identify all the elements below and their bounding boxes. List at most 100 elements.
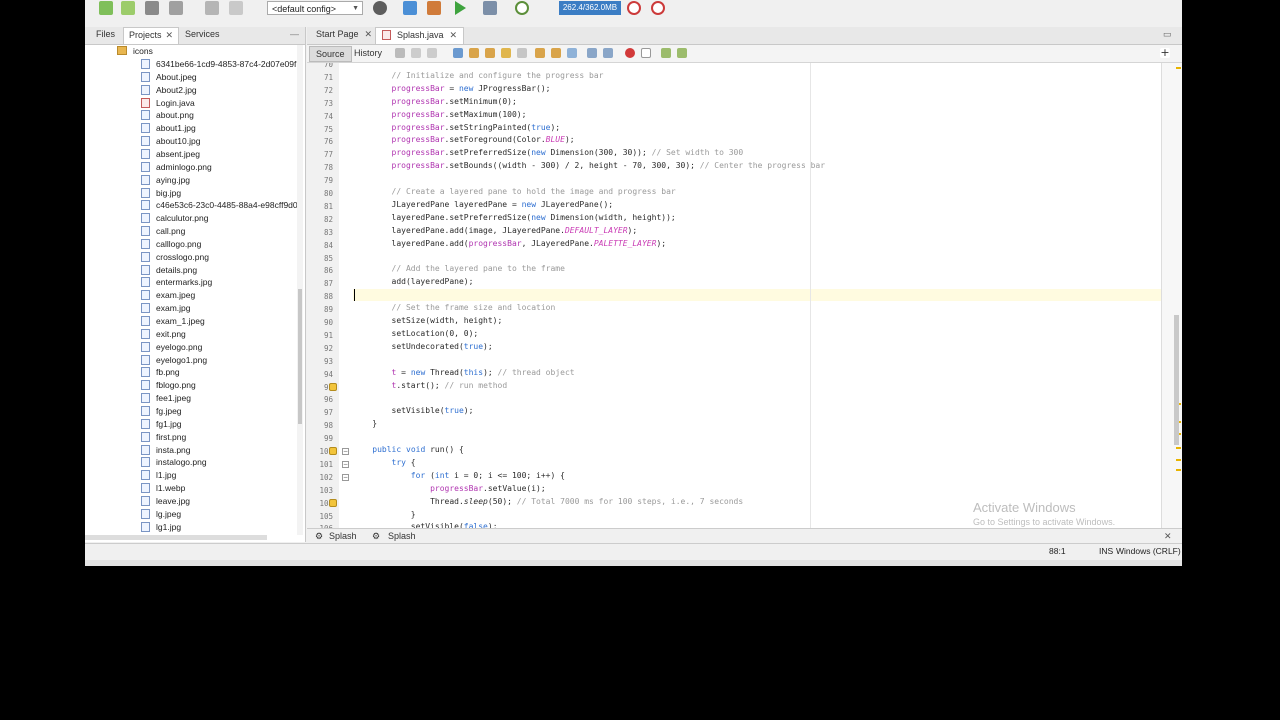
last-edit-icon[interactable]	[395, 48, 405, 58]
new-project-icon[interactable]	[121, 1, 135, 15]
implements-marker-icon[interactable]	[329, 447, 337, 455]
gc-icon[interactable]	[627, 1, 641, 15]
next-bookmark-icon[interactable]	[551, 48, 561, 58]
configuration-select[interactable]: <default config> ▼	[267, 1, 363, 15]
tree-item[interactable]: About2.jpg	[141, 84, 197, 97]
warning-mark[interactable]	[1176, 469, 1181, 471]
find-previous-icon[interactable]	[469, 48, 479, 58]
toggle-rect-select-icon[interactable]	[517, 48, 527, 58]
tree-item[interactable]: aying.jpg	[141, 174, 190, 187]
tree-item[interactable]: 6341be66-1cd9-4853-87c4-2d07e09f	[141, 58, 296, 71]
memory-indicator[interactable]: 262.4/362.0MB	[559, 1, 621, 15]
restore-window-icon[interactable]: ▭	[1157, 27, 1178, 44]
tree-scrollbar-thumb[interactable]	[298, 289, 302, 424]
warning-mark[interactable]	[1176, 447, 1181, 449]
fold-toggle-icon[interactable]: −	[342, 473, 349, 481]
clean-build-icon[interactable]	[403, 1, 417, 15]
tree-item[interactable]: lg1.jpg	[141, 521, 181, 534]
shift-left-icon[interactable]	[587, 48, 597, 58]
tree-item[interactable]: details.png	[141, 264, 197, 277]
nav-item-class[interactable]: Splash	[329, 529, 357, 543]
tree-item[interactable]: exam_1.jpeg	[141, 315, 205, 328]
tree-item[interactable]: c46e53c6-23c0-4485-88a4-e98cff9d0	[141, 199, 297, 212]
tree-item[interactable]: calculutor.png	[141, 212, 208, 225]
tree-item[interactable]: eyelogo1.png	[141, 354, 207, 367]
tree-item[interactable]: fblogo.png	[141, 379, 196, 392]
close-icon[interactable]: ✕	[365, 29, 373, 39]
code-editor[interactable]: // Initialize and configure the progress…	[353, 63, 1161, 528]
tree-item[interactable]: crosslogo.png	[141, 251, 209, 264]
tree-item[interactable]: fg.jpeg	[141, 405, 182, 418]
tree-item[interactable]: entermarks.jpg	[141, 276, 212, 289]
comment-icon[interactable]	[661, 48, 671, 58]
open-project-icon[interactable]	[145, 1, 159, 15]
tab-source[interactable]: Source	[309, 46, 352, 62]
clean-build-all-icon[interactable]	[427, 1, 441, 15]
tab-files[interactable]: Files	[91, 27, 120, 44]
fold-toggle-icon[interactable]: −	[342, 460, 349, 468]
find-icon[interactable]	[453, 48, 463, 58]
tree-item[interactable]: calllogo.png	[141, 238, 201, 251]
tab-history[interactable]: History	[348, 46, 388, 60]
warning-mark[interactable]	[1176, 67, 1181, 69]
hint-marker-icon[interactable]	[329, 382, 337, 391]
fold-toggle-icon[interactable]: −	[342, 448, 349, 455]
toggle-bookmark-icon[interactable]	[567, 48, 577, 58]
redo-icon[interactable]	[229, 1, 243, 15]
tree-item[interactable]: l1.webp	[141, 482, 185, 495]
back-icon[interactable]	[411, 48, 421, 58]
hint-marker-icon[interactable]	[329, 498, 337, 507]
tree-item[interactable]: fee1.jpeg	[141, 392, 191, 405]
close-icon[interactable]: ✕	[166, 30, 174, 40]
tree-item[interactable]: adminlogo.png	[141, 161, 212, 174]
start-macro-icon[interactable]	[625, 48, 635, 58]
tree-item[interactable]: call.png	[141, 225, 185, 238]
previous-bookmark-icon[interactable]	[535, 48, 545, 58]
reset-icon[interactable]	[651, 1, 665, 15]
tree-item[interactable]: about1.jpg	[141, 122, 196, 135]
tree-folder[interactable]: icons	[117, 45, 153, 58]
tree-item[interactable]: exit.png	[141, 328, 186, 341]
tree-item[interactable]: exam.jpg	[141, 302, 191, 315]
tree-item[interactable]: insta.png	[141, 444, 191, 457]
forward-icon[interactable]	[427, 48, 437, 58]
tree-item[interactable]: absent.jpeg	[141, 148, 200, 161]
tree-item[interactable]: big.jpg	[141, 187, 181, 200]
shift-right-icon[interactable]	[603, 48, 613, 58]
tab-splash-java[interactable]: Splash.java ✕	[375, 27, 465, 44]
uncomment-icon[interactable]	[677, 48, 687, 58]
error-stripe[interactable]	[1161, 63, 1182, 528]
nav-item-member[interactable]: Splash	[388, 529, 416, 543]
tree-item[interactable]: about.png	[141, 109, 194, 122]
stop-macro-icon[interactable]	[641, 48, 651, 58]
tab-projects[interactable]: Projects ✕	[123, 27, 180, 44]
tree-item[interactable]: Login.java	[141, 97, 195, 110]
close-project-icon[interactable]	[169, 1, 183, 15]
tree-item[interactable]: eyelogo.png	[141, 341, 202, 354]
tab-start-page[interactable]: Start Page ✕	[310, 27, 378, 44]
tree-item[interactable]: fb.png	[141, 366, 180, 379]
tree-horizontal-scrollbar[interactable]	[85, 535, 267, 540]
tree-item[interactable]: first.png	[141, 431, 186, 444]
tree-item[interactable]: About.jpeg	[141, 71, 197, 84]
run-icon[interactable]	[455, 1, 466, 15]
tree-item[interactable]: exam.jpeg	[141, 289, 195, 302]
toggle-highlight-icon[interactable]	[501, 48, 511, 58]
close-icon[interactable]: ✕	[450, 30, 458, 40]
editor-scrollbar-thumb[interactable]	[1174, 315, 1179, 445]
undo-icon[interactable]	[205, 1, 219, 15]
warning-mark[interactable]	[1176, 459, 1181, 461]
minimize-icon[interactable]: —	[285, 27, 304, 44]
tab-services[interactable]: Services	[180, 27, 225, 44]
tree-item[interactable]: lg.jpeg	[141, 508, 181, 521]
close-icon[interactable]: ✕	[1164, 529, 1172, 543]
tree-item[interactable]: about10.jpg	[141, 135, 200, 148]
profile-icon[interactable]	[515, 1, 529, 15]
new-file-icon[interactable]	[99, 1, 113, 15]
tree-item[interactable]: l1.jpg	[141, 469, 176, 482]
tree-item[interactable]: leave.jpg	[141, 495, 190, 508]
find-next-icon[interactable]	[485, 48, 495, 58]
split-editor-icon[interactable]: +	[1160, 47, 1170, 58]
debug-icon[interactable]	[483, 1, 497, 15]
tree-item[interactable]: instalogo.png	[141, 456, 207, 469]
